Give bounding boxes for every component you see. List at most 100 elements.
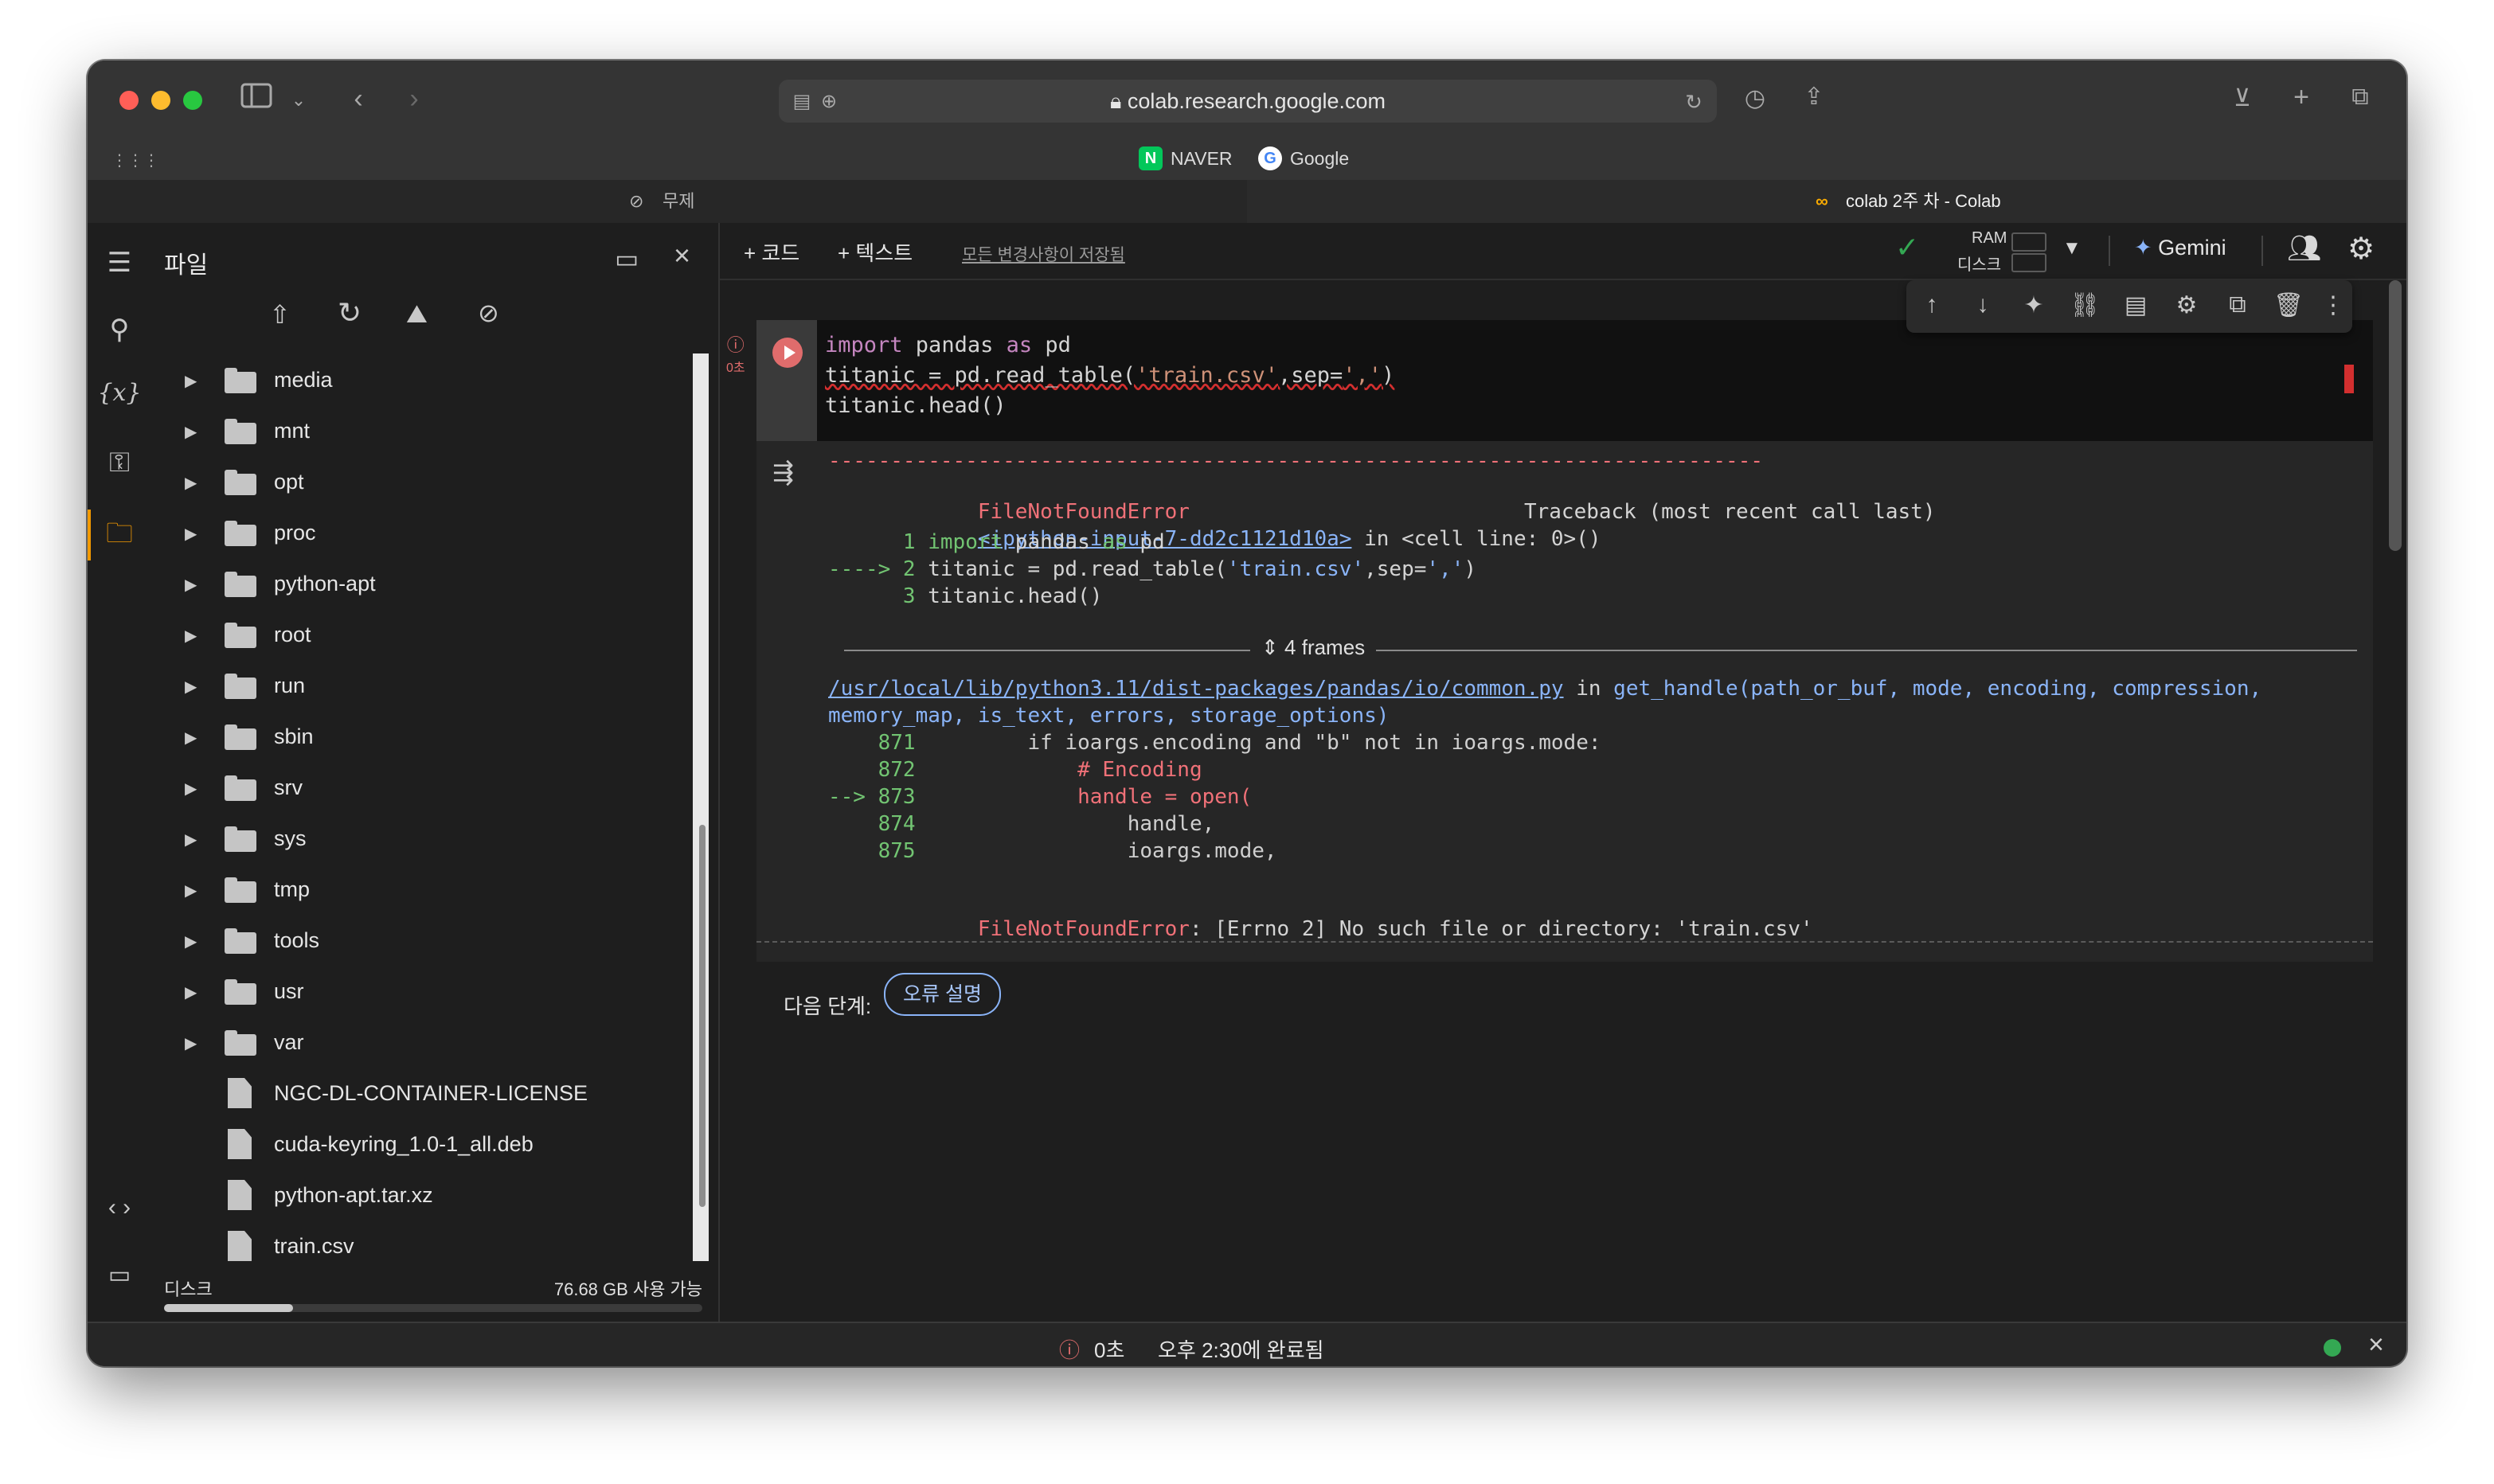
folder-row[interactable]: ▶ sbin (151, 712, 693, 763)
connected-check-icon: ✓ (1895, 231, 1920, 264)
folder-row[interactable]: ▶ usr (151, 967, 693, 1017)
file-row[interactable]: NGC-DL-CONTAINER-LICENSE (151, 1068, 693, 1119)
folder-row[interactable]: ▶ tmp (151, 865, 693, 916)
source-code: handle = open( (928, 785, 1253, 809)
upload-icon[interactable]: ⇧ (269, 299, 291, 330)
expand-caret-icon[interactable]: ▶ (185, 1033, 197, 1053)
terminal-icon[interactable]: ▭ (88, 1261, 151, 1289)
delete-icon[interactable]: 🗑︎ (2273, 291, 2304, 319)
expand-caret-icon[interactable]: ▶ (185, 371, 197, 391)
download-icon[interactable]: ⊻ (2225, 83, 2260, 115)
run-cell-button[interactable] (772, 338, 803, 368)
folder-row[interactable]: ▶ python-apt (151, 559, 693, 610)
expand-caret-icon[interactable]: ▶ (185, 982, 197, 1002)
code-cell[interactable]: import pandas as pd titanic = pd.read_ta… (756, 320, 2373, 1018)
status-completed[interactable]: 오후 2:30에 완료됨 (1158, 1334, 1324, 1364)
link-icon[interactable]: ⛓ (2069, 291, 2101, 319)
sidebar-toggle-icon[interactable] (239, 83, 274, 115)
share-people-icon[interactable]: 👥︎ (2287, 232, 2321, 264)
folder-row[interactable]: ▶ root (151, 610, 693, 661)
folder-row[interactable]: ▶ run (151, 661, 693, 712)
file-row[interactable]: python-apt.tar.xz (151, 1170, 693, 1221)
resource-monitor[interactable]: RAM 디스크 (1946, 229, 2050, 274)
add-text-button[interactable]: + 텍스트 (838, 237, 913, 267)
expand-caret-icon[interactable]: ▶ (185, 677, 197, 697)
expand-caret-icon[interactable]: ▶ (185, 575, 197, 595)
expand-caret-icon[interactable]: ▶ (185, 524, 197, 544)
apps-grid-icon[interactable]: ⋮⋮⋮ (111, 145, 159, 177)
source-line: 872 # Encoding (828, 758, 1202, 782)
hide-hidden-files-icon[interactable]: ⊘ (478, 298, 499, 328)
key-icon[interactable]: ⚿ (88, 447, 151, 478)
history-icon[interactable]: ◷ (1738, 83, 1773, 115)
folder-row[interactable]: ▶ srv (151, 763, 693, 814)
saved-status-link[interactable]: 모든 변경사항이 저장됨 (962, 242, 1125, 266)
code-editor[interactable]: import pandas as pd titanic = pd.read_ta… (817, 320, 2373, 441)
close-status-icon[interactable]: × (2368, 1330, 2384, 1361)
open-in-tab-icon[interactable]: ▭ (615, 244, 639, 274)
runtime-dropdown-icon[interactable]: ▼ (2062, 237, 2082, 260)
folder-row[interactable]: ▶ mnt (151, 406, 693, 457)
code-snippets-icon[interactable]: ‹ › (88, 1194, 151, 1221)
token: titanic = pd.read_table( (825, 363, 1136, 388)
expand-caret-icon[interactable]: ▶ (185, 931, 197, 951)
tab-colab[interactable]: ∞ colab 2주 차 - Colab (1247, 180, 2406, 223)
folder-row[interactable]: ▶ var (151, 1017, 693, 1068)
token: as (1006, 333, 1033, 357)
expand-caret-icon[interactable]: ▶ (185, 830, 197, 849)
folder-row[interactable]: ▶ tools (151, 916, 693, 967)
reload-icon[interactable]: ↻ (1682, 86, 1706, 118)
more-vert-icon[interactable]: ⋮ (2317, 291, 2349, 319)
chevron-down-icon[interactable]: ⌄ (287, 84, 311, 116)
mount-drive-icon[interactable]: ⛰ (406, 299, 428, 330)
forward-icon[interactable]: › (398, 83, 430, 115)
cell-location: in <cell line: 0>() (1351, 527, 1601, 551)
new-tab-icon[interactable]: + (2284, 81, 2319, 113)
expand-caret-icon[interactable]: ▶ (185, 473, 197, 493)
close-window-button[interactable] (119, 91, 139, 110)
file-row[interactable]: train.csv (151, 1221, 693, 1272)
close-panel-icon[interactable]: × (674, 239, 690, 272)
refresh-icon[interactable]: ↻ (338, 296, 362, 330)
settings-gear-icon[interactable]: ⚙ (2347, 231, 2375, 267)
folder-row[interactable]: ▶ opt (151, 457, 693, 508)
share-icon[interactable]: ⇪ (1796, 81, 1831, 113)
scrollbar-thumb[interactable] (699, 825, 706, 1207)
tab-untitled[interactable]: ⊘ 무제 (88, 180, 1247, 223)
expand-caret-icon[interactable]: ▶ (185, 779, 197, 799)
cell-settings-icon[interactable]: ⚙ (2171, 291, 2203, 319)
folder-row[interactable]: ▶ sys (151, 814, 693, 865)
mirror-cell-icon[interactable]: ⧉ (2222, 291, 2254, 318)
expand-caret-icon[interactable]: ▶ (185, 422, 197, 442)
address-bar[interactable]: ▤ ⊕ 🔒︎ colab.research.google.com ↻ (779, 80, 1717, 123)
zoom-window-button[interactable] (183, 91, 202, 110)
add-code-button[interactable]: + 코드 (744, 237, 799, 267)
minimize-window-button[interactable] (151, 91, 170, 110)
folder-row[interactable]: ▶ proc (151, 508, 693, 559)
expand-caret-icon[interactable]: ▶ (185, 881, 197, 900)
search-icon[interactable]: ⚲ (88, 314, 151, 346)
token: titanic = pd.read_table( (928, 557, 1227, 581)
expand-caret-icon[interactable]: ▶ (185, 728, 197, 748)
bookmark-naver[interactable]: N NAVER (1139, 146, 1233, 170)
variables-icon[interactable]: {x} (88, 379, 151, 407)
file-row[interactable]: cuda-keyring_1.0-1_all.deb (151, 1119, 693, 1170)
gemini-button[interactable]: ✦ Gemini (2134, 236, 2226, 260)
move-down-icon[interactable]: ↓ (1967, 291, 1999, 318)
gemini-sparkle-icon[interactable]: ✦ (2018, 291, 2050, 319)
file-scrollbar[interactable] (693, 353, 709, 1261)
toc-icon[interactable]: ☰ (88, 247, 151, 279)
comment-icon[interactable]: ▤ (2120, 291, 2152, 319)
output-actions-icon[interactable]: ⇶ (772, 457, 794, 487)
back-icon[interactable]: ‹ (342, 83, 374, 115)
bookmark-google[interactable]: G Google (1258, 146, 1349, 170)
folder-row[interactable]: ▶ media (151, 355, 693, 406)
folder-icon[interactable]: 🗀︎ (88, 514, 151, 560)
frames-toggle[interactable]: ⇕ 4 frames (1250, 635, 1377, 660)
notebook-scrollbar[interactable] (2389, 280, 2402, 551)
file-link[interactable]: /usr/local/lib/python3.11/dist-packages/… (828, 677, 1564, 701)
move-up-icon[interactable]: ↑ (1916, 291, 1948, 318)
explain-error-button[interactable]: 오류 설명 (884, 973, 1001, 1016)
tab-overview-icon[interactable]: ⧉ (2343, 81, 2378, 113)
expand-caret-icon[interactable]: ▶ (185, 626, 197, 646)
